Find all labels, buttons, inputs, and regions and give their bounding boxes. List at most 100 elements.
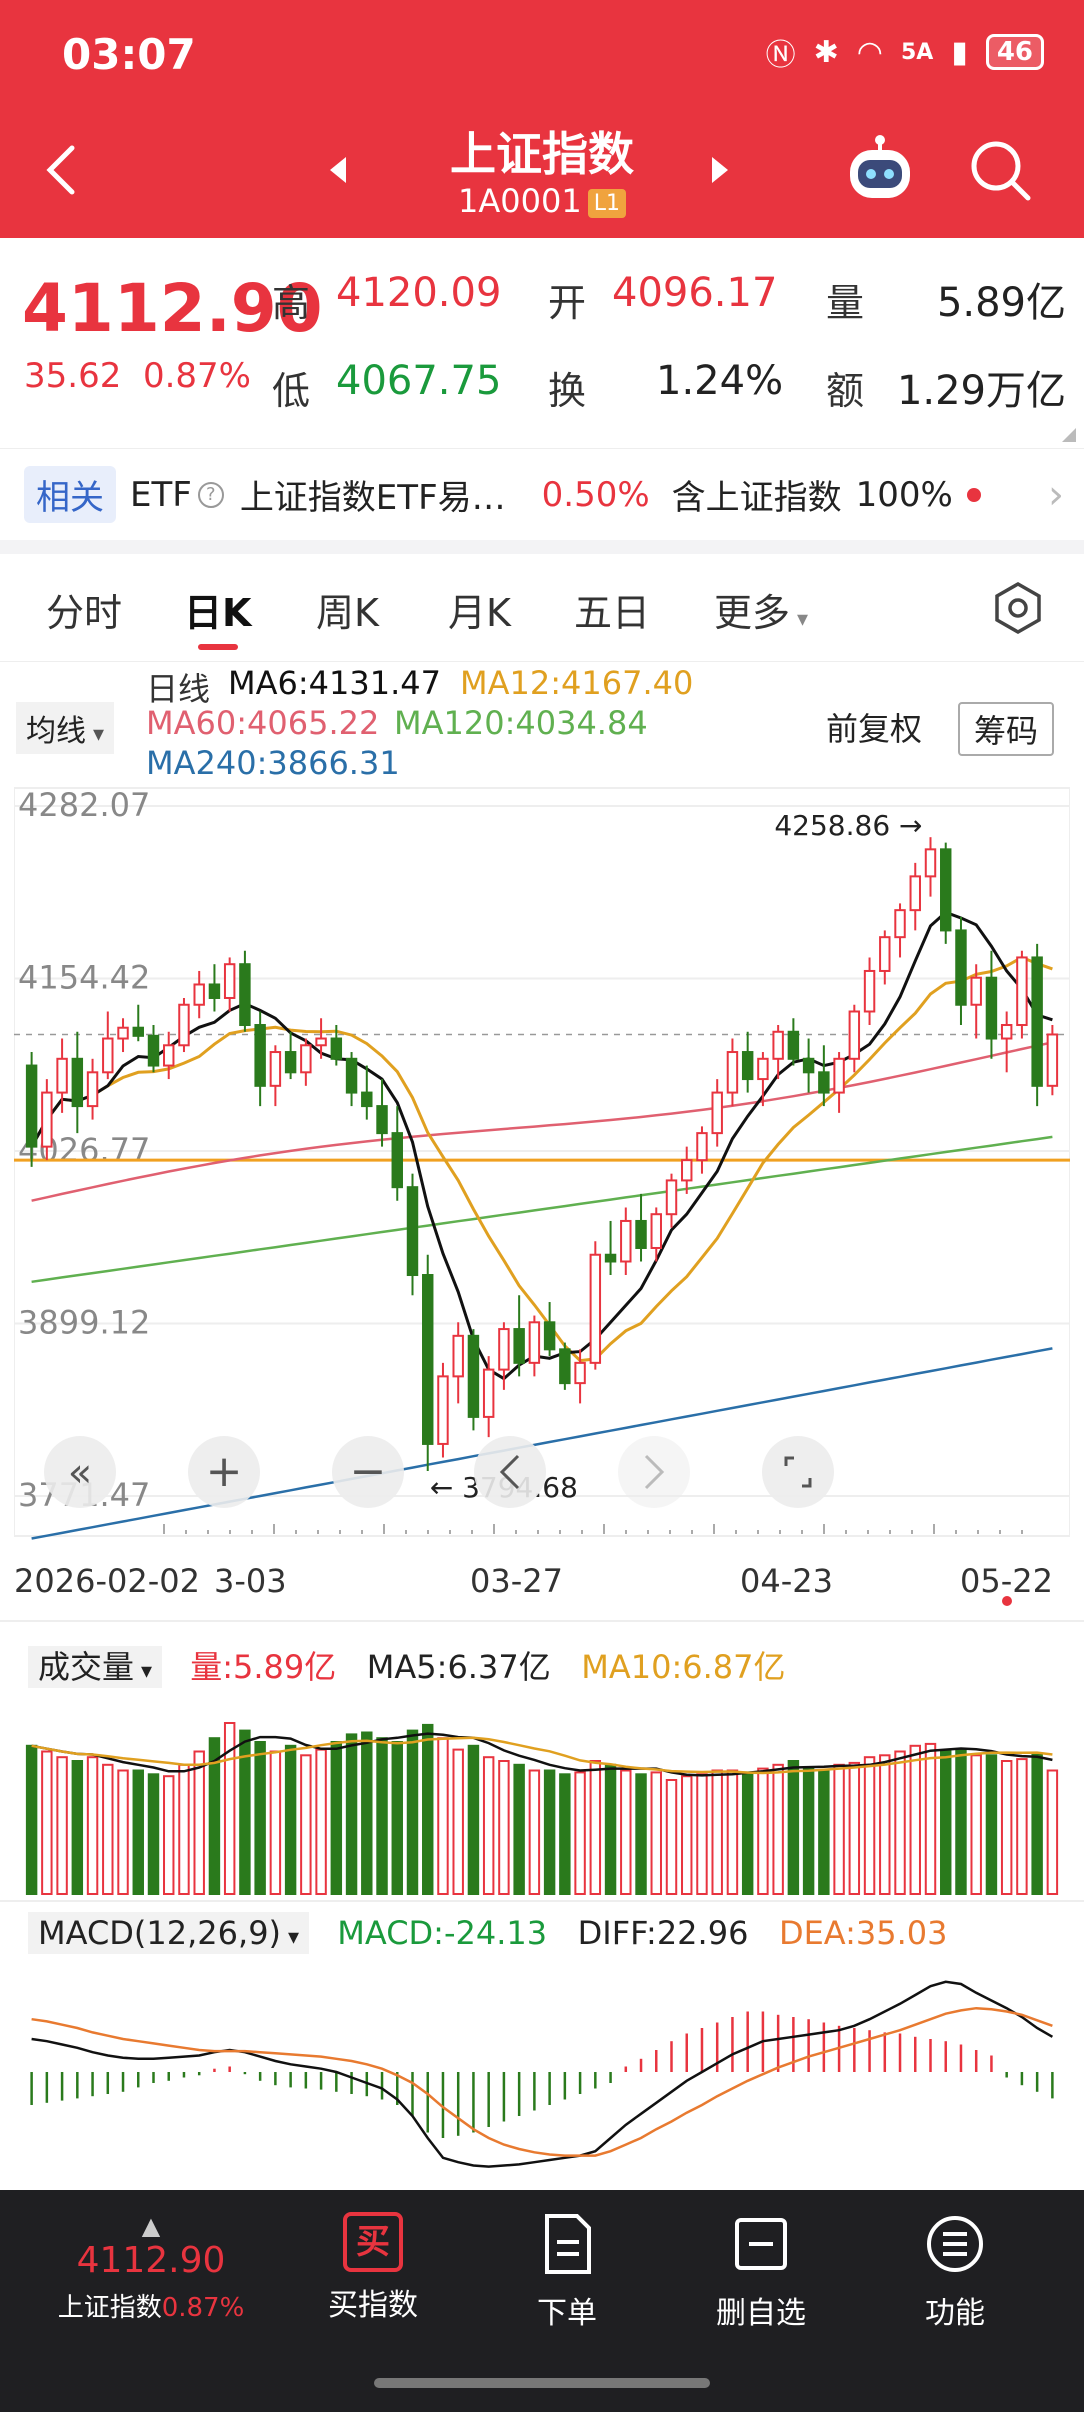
ma120-label: MA120:4034.84 <box>394 704 648 742</box>
bluetooth-icon: ✱ <box>813 34 839 70</box>
zoom-out-button[interactable]: − <box>332 1436 404 1508</box>
volume-bar <box>1031 1752 1043 1896</box>
home-indicator <box>374 2378 710 2388</box>
volume-bar <box>681 1775 693 1895</box>
candle-body <box>376 1105 388 1135</box>
volume-bar <box>284 1744 297 1895</box>
macd-legend: MACD(12,26,9) ▾ MACD:-24.13 DIFF:22.96 D… <box>28 1912 948 1954</box>
amount-label: 额 <box>826 369 865 413</box>
settings-icon[interactable] <box>990 580 1046 636</box>
turnover-value: 1.24% <box>656 358 784 404</box>
fullscreen-button[interactable] <box>762 1436 834 1508</box>
low-value: 4067.75 <box>336 358 502 404</box>
up-arrow-icon: ▲ <box>141 2212 161 2240</box>
tab-more[interactable]: 更多 ▾ <box>714 582 808 637</box>
candle-body <box>269 1051 282 1087</box>
candle-body <box>223 963 236 999</box>
high-marker: 4258.86 → <box>774 809 922 842</box>
macd-selector-label: MACD(12,26,9) <box>38 1914 282 1952</box>
candle-body <box>635 1219 647 1249</box>
macd-selector[interactable]: MACD(12,26,9) ▾ <box>28 1912 310 1954</box>
volume-bar <box>41 1750 53 1895</box>
candle-body <box>909 875 921 912</box>
candle-body <box>163 1044 175 1067</box>
y-tick-label: 4154.42 <box>18 959 150 997</box>
tab-more-label: 更多 <box>714 591 791 635</box>
candle-body <box>1046 1033 1059 1087</box>
contain-label: 含上证指数 <box>671 478 842 518</box>
candlestick-chart[interactable]: 4282.074154.424026.773899.123771.47 4258… <box>14 786 1070 1546</box>
buy-index-button[interactable]: 买 买指数 <box>318 2212 428 2324</box>
candle-body <box>863 969 876 1013</box>
volume-bar <box>467 1744 480 1895</box>
tab-weekly-k[interactable]: 周K <box>316 582 379 637</box>
ma120-line <box>31 1135 1053 1284</box>
index-summary[interactable]: ▲ 4112.90 上证指数0.87% <box>46 2212 256 2324</box>
ma-selector-label: 均线 <box>26 714 86 749</box>
zoom-in-button[interactable]: + <box>188 1436 260 1508</box>
volume-selector[interactable]: 成交量 ▾ <box>28 1646 163 1688</box>
related-tag: 相关 <box>24 466 116 523</box>
scroll-left-button[interactable] <box>474 1436 546 1508</box>
ma6-label: MA6:4131.47 <box>228 664 441 702</box>
candle-body <box>589 1253 602 1364</box>
candle-body <box>178 1003 190 1047</box>
volume-bar <box>726 1769 739 1895</box>
volume-bar <box>422 1723 434 1896</box>
low-label: 低 <box>272 369 311 413</box>
tab-daily-k[interactable]: 日K <box>184 582 251 637</box>
date-tick: 2026-02-02 <box>14 1562 200 1600</box>
tab-five-day[interactable]: 五日 <box>574 582 650 637</box>
volume-bar <box>163 1775 175 1895</box>
candle-body <box>300 1044 312 1074</box>
nfc-icon: Ⓝ <box>765 38 796 73</box>
tab-monthly-k[interactable]: 月K <box>448 582 511 637</box>
network-label: 5A <box>900 39 934 65</box>
search-icon[interactable] <box>968 138 1034 204</box>
volume-bar <box>300 1754 312 1895</box>
expand-corner-icon[interactable] <box>1062 428 1076 442</box>
candle-body <box>254 1024 266 1087</box>
volume-bar <box>833 1763 845 1895</box>
volume-bar <box>879 1754 891 1895</box>
chevron-right-icon[interactable]: › <box>1048 472 1064 518</box>
remove-watchlist-label: 删自选 <box>716 2296 806 2331</box>
price-change: 35.62 0.87% <box>24 356 251 396</box>
index-percent: 0.87% <box>161 2293 245 2323</box>
macd-chart <box>30 1980 1054 2168</box>
candle-body <box>879 936 891 972</box>
buy-label: 买指数 <box>328 2288 418 2323</box>
volume-bar <box>589 1760 602 1895</box>
remove-watchlist-button[interactable]: 删自选 <box>706 2212 816 2332</box>
scroll-right-button[interactable] <box>618 1436 690 1508</box>
dea-label: DEA:35.03 <box>778 1914 948 1952</box>
order-button[interactable]: 下单 <box>512 2212 622 2332</box>
ma-selector[interactable]: 均线 ▾ <box>16 702 115 754</box>
candle-body <box>620 1219 632 1263</box>
robot-assistant-icon[interactable] <box>842 130 918 206</box>
adjust-mode[interactable]: 前复权 <box>826 704 922 750</box>
candle-body <box>193 983 205 1006</box>
candle-body <box>86 1071 99 1108</box>
zoom-back-button[interactable]: « <box>44 1436 116 1508</box>
related-etf-row[interactable]: 相关 ETF ? 上证指数ETF易… 0.50% 含上证指数 100% › <box>0 448 1084 540</box>
volume-bar <box>391 1741 403 1895</box>
candle-body <box>41 1091 53 1148</box>
help-icon[interactable]: ? <box>197 481 224 508</box>
candle-body <box>406 1186 419 1277</box>
volume-bar <box>650 1771 662 1895</box>
buy-icon: 买 <box>343 2212 403 2272</box>
functions-button[interactable]: 功能 <box>900 2212 1010 2332</box>
tab-intraday[interactable]: 分时 <box>46 582 122 637</box>
ma12-label: MA12:4167.40 <box>460 664 694 702</box>
chips-button[interactable]: 筹码 <box>958 702 1055 756</box>
date-tick: 04-23 <box>740 1562 833 1600</box>
volume-bar <box>132 1769 144 1895</box>
candle-body <box>482 1368 495 1418</box>
volume-bar <box>787 1760 800 1895</box>
candle-body <box>833 1057 845 1094</box>
candle-body <box>985 976 998 1040</box>
candle-body <box>787 1030 800 1060</box>
candle-body <box>513 1328 525 1364</box>
next-stock-button[interactable] <box>710 155 732 185</box>
